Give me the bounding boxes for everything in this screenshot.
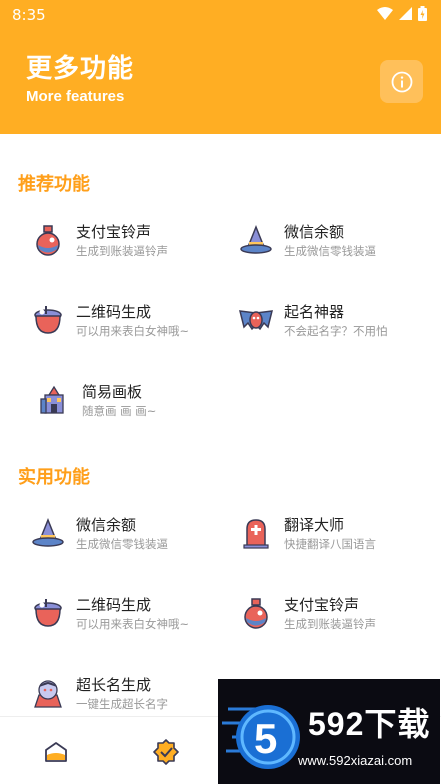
status-time: 8:35 [12, 6, 46, 24]
verified-tab[interactable] [151, 737, 181, 767]
feature-desc: 不会起名字？不用怕 [284, 323, 388, 338]
verified-badge-icon [153, 739, 179, 765]
feature-name: 起名神器 [284, 302, 345, 321]
wizard-hat-icon [30, 515, 66, 551]
potion-icon [30, 222, 66, 258]
info-button[interactable] [380, 60, 423, 103]
feature-desc: 可以用来表白女神哦~ [76, 323, 190, 338]
feature-desc: 一键生成超长名字 [76, 696, 168, 711]
cauldron-icon [30, 595, 66, 631]
feature-name: 超长名生成 [76, 675, 152, 694]
feature-name: 微信余额 [284, 222, 345, 241]
feature-item-alipay-ringtone[interactable]: 支付宝铃声 生成到账装逼铃声 [30, 215, 230, 265]
feature-name: 微信余额 [76, 515, 137, 534]
feature-desc: 快捷翻译八国语言 [284, 536, 376, 551]
feature-item-wechat-balance[interactable]: 微信余额 生成微信零钱装逼 [30, 508, 230, 558]
section-title-practical: 实用功能 [18, 467, 90, 488]
feature-desc: 生成微信零钱装逼 [76, 536, 168, 551]
feature-name: 支付宝铃声 [284, 595, 360, 614]
battery-icon [418, 6, 427, 21]
signal-icon [399, 7, 412, 20]
watermark-url: www.592xiazai.com [298, 753, 413, 768]
feature-desc: 可以用来表白女神哦~ [76, 616, 190, 631]
feature-desc: 生成到账装逼铃声 [76, 243, 168, 258]
feature-item-qrcode[interactable]: 二维码生成 可以用来表白女神哦~ [30, 295, 230, 345]
feature-item-naming[interactable]: 起名神器 不会起名字？不用怕 [238, 295, 438, 345]
feature-desc: 随意画 画 画~ [82, 403, 157, 418]
feature-item-translator[interactable]: 翻译大师 快捷翻译八国语言 [238, 508, 438, 558]
feature-item-long-name[interactable]: 超长名生成 一键生成超长名字 [30, 668, 230, 718]
home-icon [45, 742, 67, 762]
feature-name: 二维码生成 [76, 302, 152, 321]
wizard-hat-icon [238, 222, 274, 258]
feature-desc: 生成到账装逼铃声 [284, 616, 376, 631]
feature-item-drawing-board[interactable]: 简易画板 随意画 画 画~ [36, 375, 236, 425]
vampire-icon [30, 675, 66, 711]
feature-item-qrcode[interactable]: 二维码生成 可以用来表白女神哦~ [30, 588, 230, 638]
status-icons [377, 6, 427, 21]
header-bar: 8:35 更多功能 More features [0, 0, 441, 134]
watermark-overlay: 5 592下载 www.592xiazai.com [218, 679, 440, 784]
wifi-icon [377, 7, 393, 20]
section-title-recommended: 推荐功能 [18, 174, 90, 195]
page-title: 更多功能 [26, 54, 135, 84]
home-tab[interactable] [41, 737, 71, 767]
haunted-house-icon [36, 382, 72, 418]
info-icon [391, 71, 412, 92]
watermark-brand: 592下载 [308, 706, 431, 742]
tombstone-icon [238, 515, 274, 551]
page-subtitle: More features [26, 88, 125, 105]
bat-icon [238, 302, 274, 338]
feature-name: 翻译大师 [284, 515, 345, 534]
feature-item-wechat-balance[interactable]: 微信余额 生成微信零钱装逼 [238, 215, 438, 265]
feature-desc: 生成微信零钱装逼 [284, 243, 376, 258]
feature-name: 支付宝铃声 [76, 222, 152, 241]
watermark-badge: 5 [254, 715, 278, 762]
feature-name: 二维码生成 [76, 595, 152, 614]
potion-icon [238, 595, 274, 631]
cauldron-icon [30, 302, 66, 338]
feature-name: 简易画板 [82, 382, 143, 401]
feature-item-alipay-ringtone[interactable]: 支付宝铃声 生成到账装逼铃声 [238, 588, 438, 638]
